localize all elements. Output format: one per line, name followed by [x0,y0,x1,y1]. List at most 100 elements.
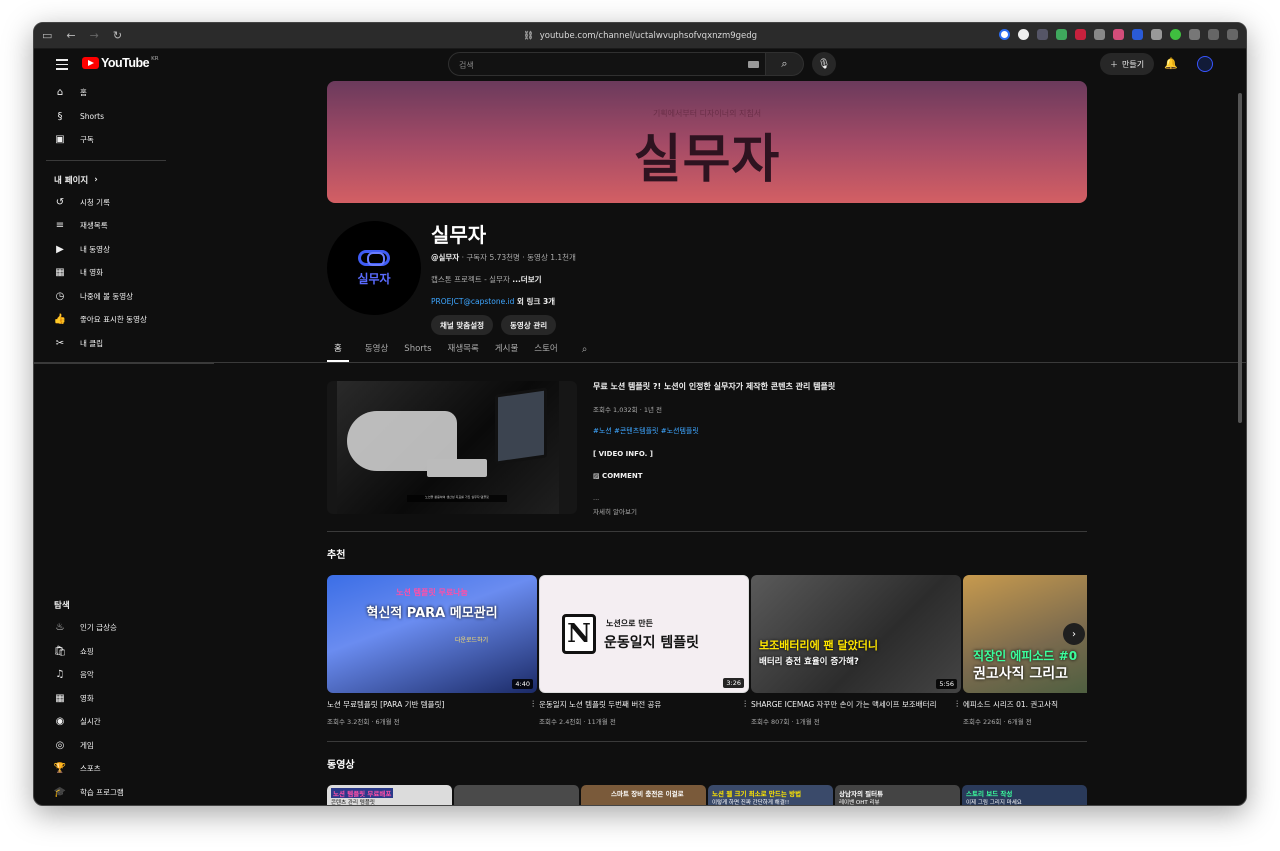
featured-meta: 조회수 1,032회 · 1년 전 [593,406,662,414]
sidebar-item-playlists[interactable]: ≡ 재생목록 [34,214,174,238]
recommended-shelf: 노션 템플릿 무료나눔 혁신적 PARA 메모관리 다운로드하기 4:40 노션… [327,575,1087,726]
tab-shorts[interactable]: Shorts [404,344,431,362]
sidebar-item-liked[interactable]: 👍 좋아요 표시한 동영상 [34,308,174,332]
manage-videos-button[interactable]: 동영상 관리 [501,315,557,335]
voice-search-button[interactable]: 🎙 [812,52,836,76]
extension-icon[interactable] [1189,29,1200,40]
channel-avatar[interactable]: 실무자 [327,221,421,315]
channel-banner: 기획에서부터 디자이너의 지침서 실무자 [327,81,1087,203]
video-title[interactable]: 노션 무료템플릿 [PARA 기반 템플릿] [327,699,444,710]
back-icon[interactable]: ← [66,29,75,42]
create-button[interactable]: ＋ 만들기 [1100,53,1155,75]
channel-search-icon[interactable]: ⌕ [582,344,588,362]
video-thumbnail[interactable]: 노션 템플릿 무료나눔 혁신적 PARA 메모관리 다운로드하기 4:40 [327,575,537,693]
video-thumbnail[interactable]: 상남자의 필터튜 레이밴 OHT 리뷰 [835,785,960,805]
extension-icon[interactable] [1056,29,1067,40]
video-duration: 4:40 [512,679,533,689]
tab-videos[interactable]: 동영상 [365,342,388,362]
video-thumbnail[interactable]: 보조배터리에 팬 달았더니 배터리 충전 효율이 증가해? 5:56 [751,575,961,693]
sidebar-item-label: 나중에 볼 동영상 [80,291,134,301]
search-button[interactable]: ⌕ [766,52,804,76]
channel-description[interactable]: 캡스톤 프로젝트 - 실무자 ...더보기 [431,274,576,285]
video-title-row: SHARGE ICEMAG 자꾸만 손이 가는 맥세이프 보조배터리 ⋮ [751,699,961,710]
sidebar-item-trending[interactable]: ♨ 인기 급상승 [34,616,174,640]
sidebar-item-gaming[interactable]: ◎ 게임 [34,734,174,758]
video-card[interactable]: 직장인 에피소드 #0 권고사직 그리고 에피소드 시리즈 01. 권고사직 조… [963,575,1087,726]
more-options-icon[interactable]: ⋮ [530,699,538,710]
address-bar[interactable]: ⛓ youtube.com/channel/uctalwvuphsofvqxnz… [523,31,757,41]
extension-icon[interactable] [1208,29,1219,40]
extension-icon[interactable] [1018,29,1029,40]
video-card[interactable]: N 노션으로 만든 운동일지 템플릿 3:26 운동일지 노션 템플릿 두번째 … [539,575,749,726]
featured-thumbnail[interactable]: 노션을 활용하여 생산성 지표를 가진 실무자 템플릿 [327,381,577,514]
extension-icon[interactable] [1170,29,1181,40]
sidebar-item-learning[interactable]: 🎓 학습 프로그램 [34,781,174,805]
sidebar-item-label: 영화 [80,693,94,703]
video-thumbnail[interactable]: 노션 웹 크기 최소로 만드는 방법 이렇게 하면 진짜 간단하게 해결!! [708,785,833,805]
menu-icon[interactable] [56,59,68,73]
tab-playlists[interactable]: 재생목록 [448,342,479,362]
page-scrollbar[interactable] [1238,83,1243,743]
extension-icon[interactable] [1037,29,1048,40]
video-thumbnail[interactable]: 노션 템플릿 무료배포 콘텐츠 관리 템플릿 [327,785,452,805]
more-options-icon[interactable]: ⋮ [954,699,962,710]
extension-icon[interactable] [1075,29,1086,40]
more-options-icon[interactable]: ⋮ [742,699,750,710]
scrollbar-thumb[interactable] [1238,93,1242,423]
video-thumbnail[interactable]: N 노션으로 만든 운동일지 템플릿 3:26 [539,575,749,693]
video-card[interactable]: 노션 템플릿 무료나눔 혁신적 PARA 메모관리 다운로드하기 4:40 노션… [327,575,537,726]
search-placeholder: 검색 [459,61,474,70]
channel-link[interactable]: PROEJCT@capstone.id [431,297,514,306]
more-links[interactable]: 외 링크 3개 [514,297,555,306]
video-title[interactable]: SHARGE ICEMAG 자꾸만 손이 가는 맥세이프 보조배터리 [751,699,936,710]
extension-icon[interactable] [1151,29,1162,40]
featured-hashtags[interactable]: #노션 #콘텐츠템플릿 #노션템플릿 [593,426,1083,436]
tab-store[interactable]: 스토어 [534,342,557,362]
shelf-next-button[interactable]: › [1063,623,1085,645]
view-count: 조회수 1,032회 [593,406,638,414]
address-text[interactable]: youtube.com/channel/uctalwvuphsofvqxnzm9… [540,31,757,41]
sidebar-toggle-icon[interactable]: ▭ [42,29,52,42]
sidebar-item-movies[interactable]: ▦ 내 영화 [34,261,174,285]
account-avatar[interactable] [1197,56,1213,72]
more-link[interactable]: ...더보기 [512,275,541,284]
keyboard-icon[interactable] [748,61,759,68]
extension-icon[interactable] [1132,29,1143,40]
thumbnail-main-text: 권고사직 그리고 [973,666,1069,682]
video-thumbnail[interactable]: 스토리 보드 작성 이제 그림 그리지 마세요 [962,785,1087,805]
extension-icon[interactable] [1227,29,1238,40]
tab-home[interactable]: 홈 [327,342,349,362]
sidebar-item-watch-later[interactable]: ◷ 나중에 볼 동영상 [34,285,174,309]
sidebar-item-film[interactable]: ▦ 영화 [34,687,174,711]
sidebar-item-home[interactable]: ⌂ 홈 [34,81,174,105]
sidebar-item-music[interactable]: ♫ 음악 [34,663,174,687]
featured-read-more[interactable]: 자세히 알아보기 [593,506,1083,516]
extension-icon[interactable] [999,29,1010,40]
customize-channel-button[interactable]: 채널 맞춤설정 [431,315,494,335]
extension-icon[interactable] [1113,29,1124,40]
featured-title[interactable]: 무료 노션 템플릿 ?! 노션이 인정한 실무자가 제작한 콘텐츠 관리 템플릿 [593,381,1083,392]
video-thumbnail[interactable]: 스마트 장비 충전은 이걸로 종결 [581,785,706,805]
video-card[interactable]: 보조배터리에 팬 달았더니 배터리 충전 효율이 증가해? 5:56 SHARG… [751,575,961,726]
search-input[interactable]: 검색 [448,52,766,76]
sidebar-you-header[interactable]: 내 페이지 › [34,169,174,191]
forward-icon[interactable]: → [90,29,99,42]
sidebar-item-history[interactable]: ↺ 시청 기록 [34,191,174,215]
sidebar-item-sports[interactable]: 🏆 스포츠 [34,757,174,781]
notifications-icon[interactable]: 🔔 [1164,57,1178,70]
tab-posts[interactable]: 게시물 [495,342,518,362]
sidebar-item-subscriptions[interactable]: ▣ 구독 [34,128,174,152]
video-thumbnail[interactable] [454,785,579,805]
film-icon: ▦ [55,692,65,704]
video-title[interactable]: 운동일지 노션 템플릿 두번째 버전 공유 [539,699,661,710]
sidebar-item-shorts[interactable]: § Shorts [34,105,174,129]
youtube-logo[interactable]: YouTube KR [82,56,159,70]
sidebar-item-label: 음악 [80,670,94,680]
sidebar-item-live[interactable]: ◉ 실시간 [34,710,174,734]
sidebar-item-your-videos[interactable]: ▶ 내 동영상 [34,238,174,262]
extension-icon[interactable] [1094,29,1105,40]
sidebar-item-shopping[interactable]: 🛍 쇼핑 [34,640,174,664]
reload-icon[interactable]: ↻ [113,29,122,42]
video-title[interactable]: 에피소드 시리즈 01. 권고사직 [963,699,1058,710]
sidebar-explore-header: 탐색 [34,594,174,616]
